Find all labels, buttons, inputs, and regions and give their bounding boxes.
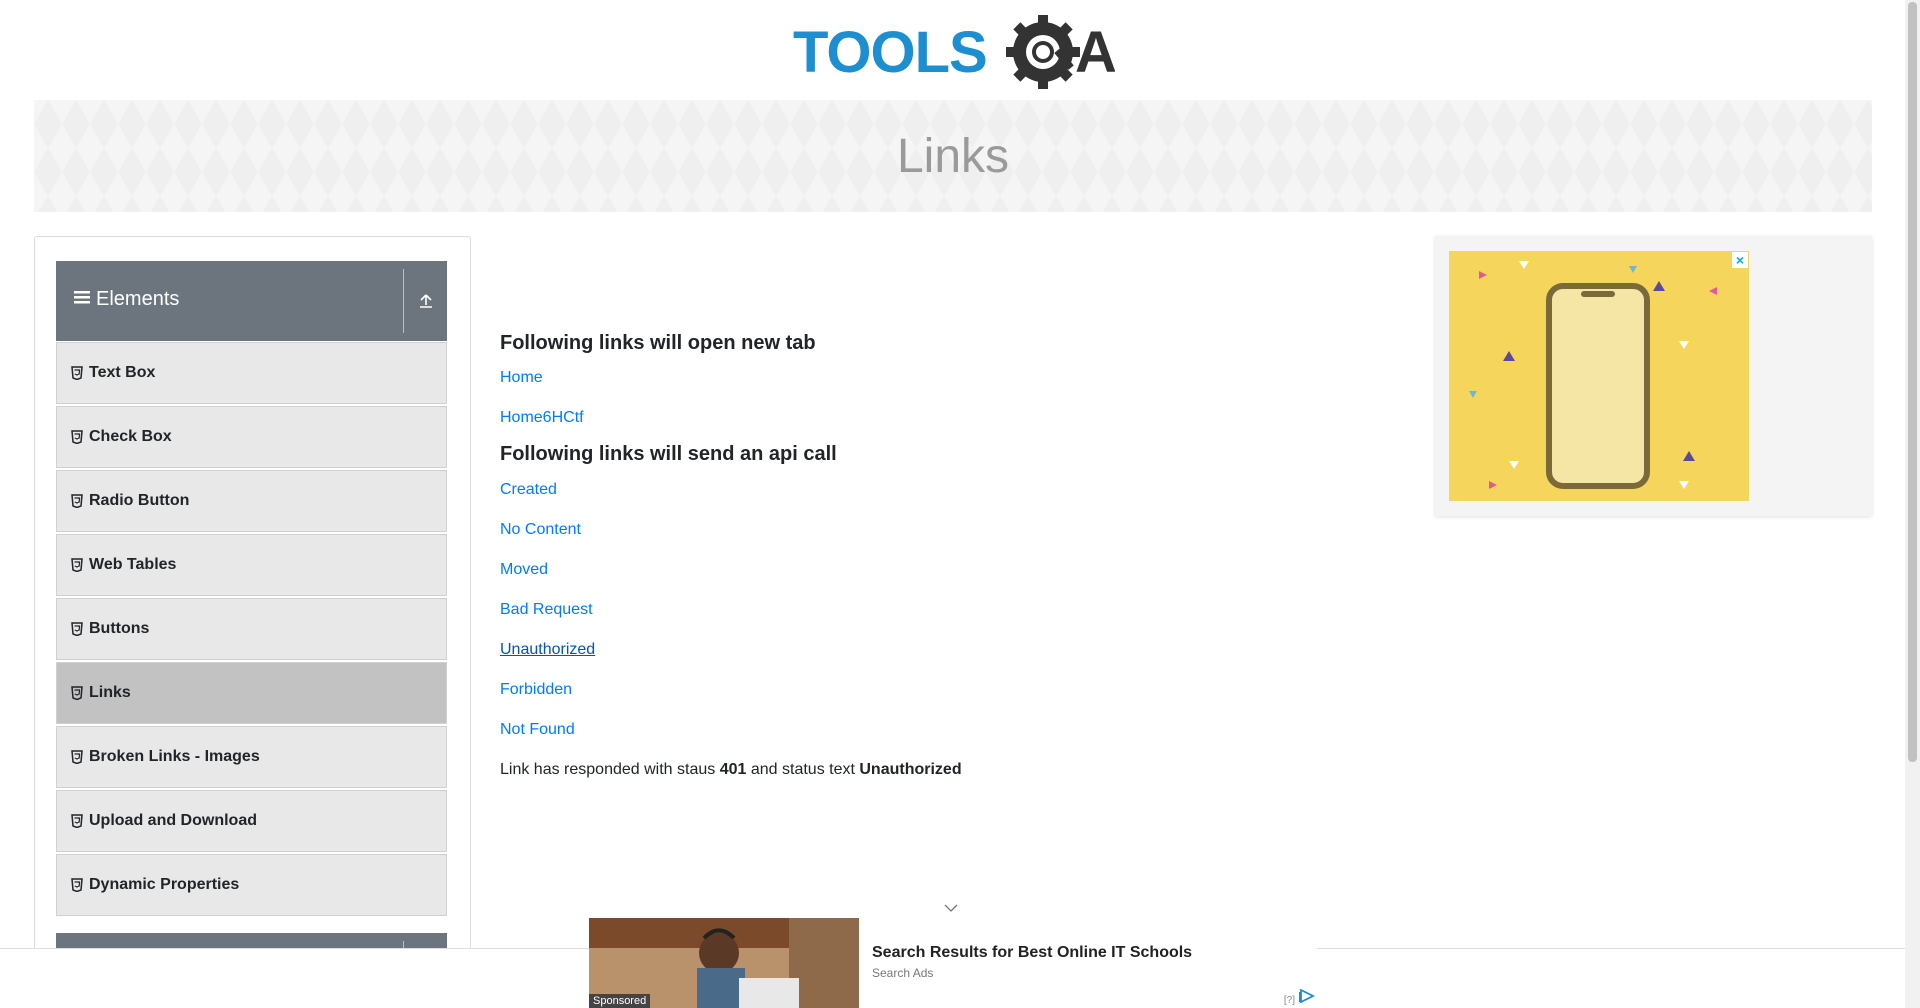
link-no-content[interactable]: No Content — [500, 510, 1420, 550]
html5-icon — [71, 814, 83, 828]
scrollbar-thumb[interactable] — [1908, 2, 1917, 762]
link-moved[interactable]: Moved — [500, 550, 1420, 590]
bottom-ad[interactable]: Sponsored Search Results for Best Online… — [589, 918, 1317, 1008]
link-unauthorized[interactable]: Unauthorized — [500, 630, 1420, 670]
sidebar-item-broken-links-images[interactable]: Broken Links - Images — [56, 726, 447, 788]
sidebar-item-links[interactable]: Links — [56, 662, 447, 724]
html5-icon — [71, 622, 83, 636]
sidebar-item-dynamic-properties[interactable]: Dynamic Properties — [56, 854, 447, 916]
ad-title[interactable]: Search Results for Best Online IT School… — [872, 944, 1192, 962]
divider — [403, 269, 404, 333]
sidebar-item-web-tables[interactable]: Web Tables — [56, 534, 447, 596]
ad-placeholder — [500, 236, 1420, 328]
sidebar-menu: Text Box Check Box Radio Button Web Tabl… — [56, 342, 447, 918]
scrollbar[interactable] — [1905, 0, 1920, 1008]
link-created[interactable]: Created — [500, 470, 1420, 510]
page-banner: Links — [34, 100, 1872, 212]
ad-subtitle: Search Ads — [872, 966, 934, 980]
left-panel: Elements Text Box Check Box Radio Button… — [34, 236, 471, 1008]
link-home-dynamic[interactable]: Home6HCtf — [500, 398, 1420, 438]
phone-ad-image[interactable] — [1449, 251, 1749, 501]
svg-text:A: A — [1075, 20, 1115, 85]
main-content: Following links will open new tab Home H… — [500, 236, 1420, 790]
toolsqa-logo[interactable]: TOOLS A — [793, 14, 1117, 90]
sponsored-label: Sponsored — [589, 994, 651, 1008]
sidebar-item-text-box[interactable]: Text Box — [56, 342, 447, 404]
group-title: Elements — [96, 288, 180, 310]
response-status-text: Unauthorized — [859, 761, 962, 778]
html5-icon — [71, 494, 83, 508]
link-response: Link has responded with staus 401 and st… — [500, 761, 962, 778]
section-title-new-tab: Following links will open new tab — [500, 332, 816, 354]
group-header-elements[interactable]: Elements — [56, 261, 447, 341]
link-home[interactable]: Home — [500, 358, 1420, 398]
link-not-found[interactable]: Not Found — [500, 710, 1420, 750]
svg-text:TOOLS: TOOLS — [793, 20, 987, 85]
sidebar-item-upload-and-download[interactable]: Upload and Download — [56, 790, 447, 852]
hamburger-icon — [74, 288, 90, 311]
ad-help[interactable]: [?] — [1284, 995, 1295, 1006]
site-header: TOOLS A — [0, 0, 1905, 100]
html5-icon — [71, 878, 83, 892]
ad-photo[interactable]: Sponsored — [589, 918, 859, 1008]
link-bad-request[interactable]: Bad Request — [500, 590, 1420, 630]
adchoices-icon[interactable] — [1299, 988, 1316, 1008]
sidebar-item-radio-button[interactable]: Radio Button — [56, 470, 447, 532]
page-title: Links — [896, 129, 1010, 183]
html5-icon — [71, 366, 83, 380]
sidebar-item-check-box[interactable]: Check Box — [56, 406, 447, 468]
response-status-code: 401 — [719, 761, 747, 778]
collapse-icon[interactable] — [412, 287, 440, 315]
close-icon[interactable]: × — [1732, 252, 1748, 268]
right-ad[interactable]: × — [1435, 236, 1872, 516]
sidebar-item-buttons[interactable]: Buttons — [56, 598, 447, 660]
link-forbidden[interactable]: Forbidden — [500, 670, 1420, 710]
html5-icon — [71, 430, 83, 444]
chevron-down-icon[interactable] — [944, 900, 958, 918]
section-title-api-call: Following links will send an api call — [500, 443, 837, 465]
html5-icon — [71, 558, 83, 572]
html5-icon — [71, 686, 83, 700]
html5-icon — [71, 750, 83, 764]
